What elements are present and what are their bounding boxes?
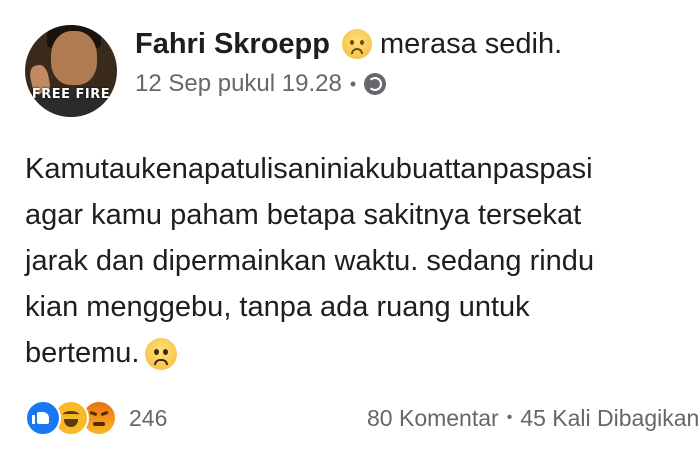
globe-icon[interactable]: [364, 73, 387, 95]
sad-face-icon: [342, 29, 372, 59]
post-text-line: Kamutaukenapatulisaniniakubuattanpaspasi: [25, 153, 593, 185]
post-text-line: kian menggebu, tanpa ada ruang untuk: [25, 291, 530, 323]
frowning-face-icon: [145, 338, 178, 371]
post-text-line: jarak dan dipermainkan waktu. sedang rin…: [25, 245, 595, 277]
avatar-face: [51, 31, 97, 85]
shares-count[interactable]: 45 Kali Dibagikan: [520, 405, 699, 432]
post-meta: 12 Sep pukul 19.28 •: [135, 70, 562, 98]
stats-separator: •: [506, 409, 513, 426]
avatar-logo-text: FREE FIRE: [31, 87, 111, 102]
feeling-text: merasa sedih.: [380, 28, 563, 60]
reaction-icons[interactable]: [25, 400, 117, 436]
post-timestamp[interactable]: 12 Sep pukul 19.28: [135, 70, 342, 98]
reaction-count[interactable]: 246: [129, 405, 167, 432]
post-footer: 246 80 Komentar • 45 Kali Dibagikan: [25, 400, 700, 436]
author-name[interactable]: Fahri Skroepp: [135, 22, 330, 66]
meta-separator: •: [349, 73, 357, 94]
author-line: Fahri Skroepp merasa sedih.: [135, 22, 562, 66]
like-icon: [25, 400, 61, 436]
post-header: Fahri Skroepp merasa sedih. 12 Sep pukul…: [135, 22, 562, 98]
comments-count[interactable]: 80 Komentar: [367, 405, 499, 432]
engagement-stats: 80 Komentar • 45 Kali Dibagikan: [367, 405, 699, 432]
avatar[interactable]: FREE FIRE: [25, 25, 117, 117]
post-text-line: bertemu.: [25, 337, 140, 369]
post-body: Kamutaukenapatulisaniniakubuattanpaspasi…: [25, 146, 700, 376]
post-text-line-last: bertemu.: [25, 330, 700, 376]
post-text-line: agar kamu paham betapa sakitnya tersekat: [25, 199, 582, 231]
